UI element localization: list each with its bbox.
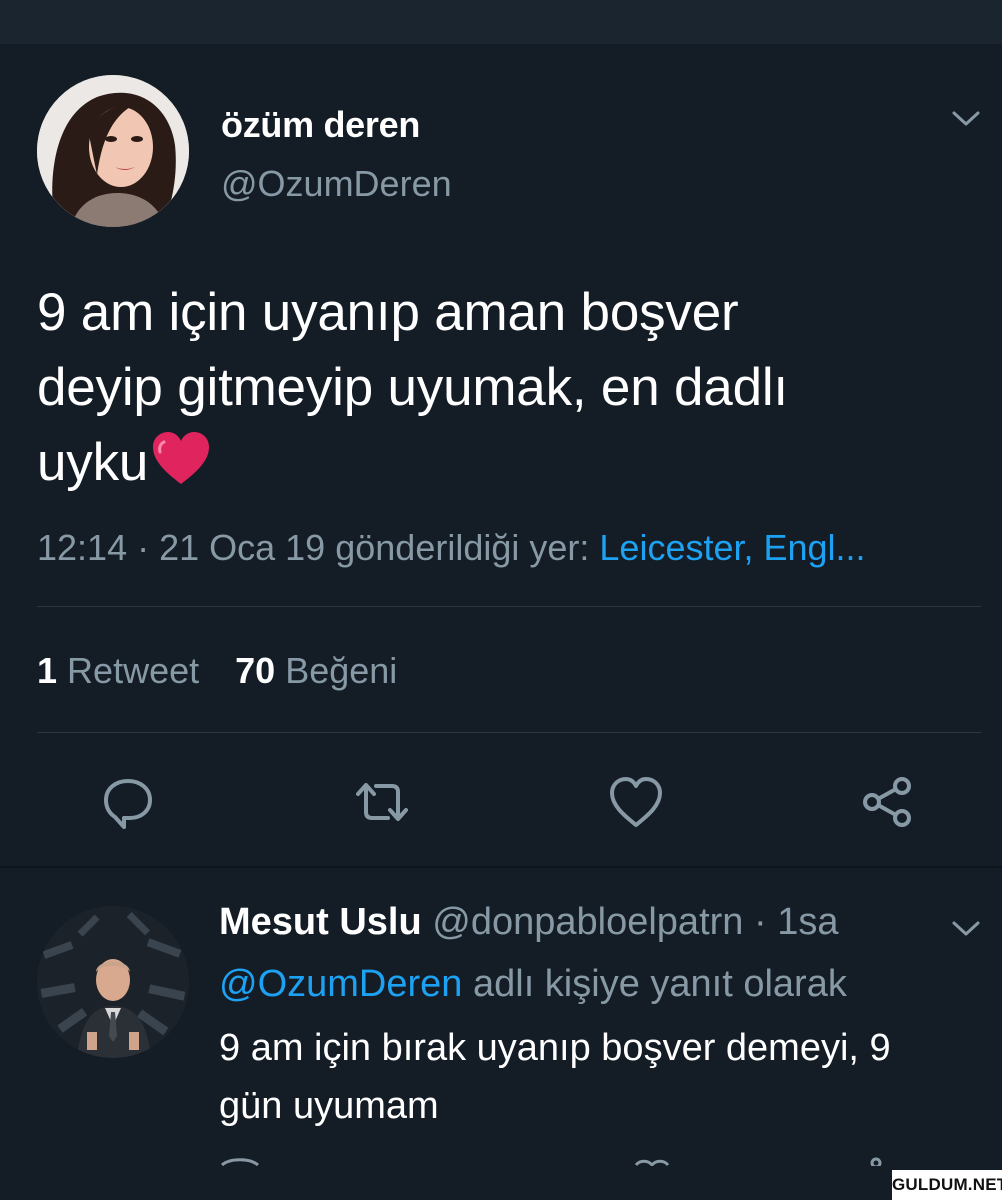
user-display-name[interactable]: özüm deren <box>221 104 420 146</box>
like-count: 70 <box>235 650 276 691</box>
retweet-count: 1 <box>37 650 58 691</box>
user-handle[interactable]: @OzumDeren <box>221 163 452 205</box>
user-avatar[interactable] <box>37 75 189 227</box>
avatar-photo <box>37 75 189 227</box>
tweet-text: 9 am için uyanıp aman boşver deyip gitme… <box>37 275 967 500</box>
share-icon[interactable] <box>858 772 918 832</box>
watermark-logo: GULDUM.NET <box>892 1170 1002 1200</box>
like-label: Beğeni <box>285 650 398 691</box>
reply-action-bar-peek <box>221 1157 882 1166</box>
reply-text-line: gün uyumam <box>219 1085 439 1127</box>
reply-user-avatar[interactable] <box>37 906 189 1058</box>
divider <box>37 606 981 607</box>
location-link[interactable]: Leicester, Engl... <box>599 527 865 568</box>
reply-handle[interactable]: @donpabloelpatrn <box>432 901 743 943</box>
mention-link[interactable]: @OzumDeren <box>219 963 462 1005</box>
chevron-down-icon[interactable] <box>950 918 982 940</box>
retweet-label: Retweet <box>67 650 200 691</box>
red-heart-emoji-icon <box>153 432 210 484</box>
tweet-time: 12:14 <box>37 527 128 568</box>
tweet-date: 21 Oca 19 <box>159 527 326 568</box>
reply-icon[interactable] <box>98 772 158 832</box>
tweet-text-line: deyip gitmeyip uyumak, en dadlı <box>37 358 788 417</box>
tweet-text-fragment: uyku <box>37 433 149 492</box>
retweet-stat[interactable]: 1 Retweet <box>37 650 199 691</box>
chevron-down-icon[interactable] <box>950 108 982 130</box>
like-stat[interactable]: 70 Beğeni <box>235 650 397 691</box>
reply-display-name[interactable]: Mesut Uslu <box>219 901 422 943</box>
reply-text-line: 9 am için bırak uyanıp boşver demeyi, 9 <box>219 1027 891 1069</box>
location-prefix: gönderildiği yer: <box>335 527 590 568</box>
tweet-text-line: uyku <box>37 425 967 500</box>
tweet-metadata: 12:14 · 21 Oca 19 gönderildiği yer: Leic… <box>37 527 866 568</box>
tweet-text-line: 9 am için uyanıp aman boşver <box>37 283 739 342</box>
avatar-photo <box>37 906 189 1058</box>
separator-dot: · <box>743 901 778 943</box>
retweet-icon[interactable] <box>352 772 412 832</box>
tweet-stats: 1 Retweet 70 Beğeni <box>37 650 397 692</box>
reply-text: 9 am için bırak uyanıp boşver demeyi, 9 … <box>219 1019 979 1135</box>
divider <box>37 732 981 733</box>
replying-to-label: adlı kişiye yanıt olarak <box>472 963 847 1005</box>
like-icon[interactable] <box>606 772 666 832</box>
replying-to: @OzumDeren adlı kişiye yanıt olarak <box>219 963 847 1006</box>
top-strip <box>0 0 1002 44</box>
reply-time: 1sa <box>777 901 839 943</box>
reply-header: Mesut Uslu @donpabloelpatrn · 1sa <box>219 901 838 944</box>
